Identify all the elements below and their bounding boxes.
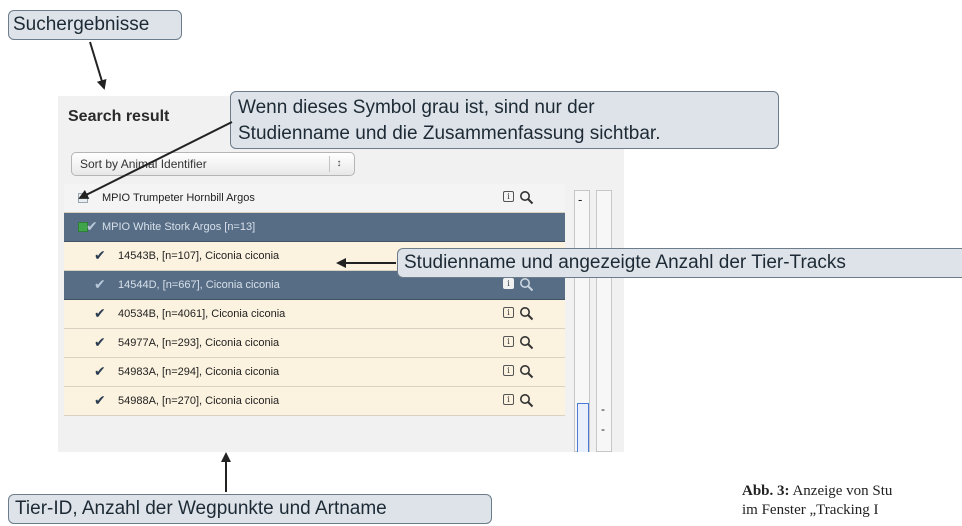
track-row[interactable]: ✔ 40534B, [n=4061], Ciconia ciconia i (64, 300, 565, 329)
minus-icon[interactable]: - (578, 193, 582, 206)
magnifier-icon[interactable] (519, 190, 534, 205)
callout-tier-id: Tier-ID, Anzahl der Wegpunkte und Artnam… (8, 494, 492, 524)
row-label: 54988A, [n=270], Ciconia ciconia (118, 395, 280, 407)
callout-symbol-line-1: Wenn dieses Symbol grau ist, sind nur de… (238, 97, 595, 118)
column-selection[interactable] (577, 403, 589, 452)
callout-search-results: Suchergebnisse (8, 10, 182, 40)
checkmark-icon[interactable]: ✔ (94, 392, 106, 409)
panel-title: Search result (68, 108, 170, 125)
caption-line-1: Anzeige von Stu (792, 483, 893, 499)
minus-icon: - (601, 402, 605, 416)
magnifier-icon[interactable] (519, 335, 534, 350)
checkmark-icon[interactable]: ✔ (94, 363, 106, 380)
figure-caption: Abb. 3: Anzeige von Stu im Fenster „Trac… (742, 482, 892, 520)
checkmark-icon[interactable]: ✔ (94, 247, 106, 264)
result-list: MPIO Trumpeter Hornbill Argos i ✔ MPIO W… (64, 184, 565, 452)
callout-symbol-line-2: Studienname und die Zusammenfassung sich… (238, 123, 661, 144)
row-label: MPIO White Stork Argos [n=13] (102, 221, 256, 233)
row-label: 40534B, [n=4061], Ciconia ciconia (118, 308, 286, 320)
checkmark-icon[interactable]: ✔ (94, 276, 106, 293)
row-label: MPIO Trumpeter Hornbill Argos (102, 192, 255, 204)
callout-symbol-gray: Wenn dieses Symbol grau ist, sind nur de… (230, 91, 779, 149)
minus-icon: - (601, 422, 605, 436)
row-label: 14543B, [n=107], Ciconia ciconia (118, 250, 280, 262)
track-row[interactable]: ✔ 54988A, [n=270], Ciconia ciconia i (64, 387, 565, 416)
study-row-hornbill[interactable]: MPIO Trumpeter Hornbill Argos i (64, 184, 565, 213)
info-icon[interactable]: i (503, 307, 514, 318)
info-icon[interactable]: i (503, 278, 514, 289)
info-icon[interactable]: i (503, 365, 514, 376)
scroll-column[interactable]: - - (596, 190, 612, 452)
checkmark-icon[interactable]: ✔ (94, 305, 106, 322)
study-row-white-stork[interactable]: ✔ MPIO White Stork Argos [n=13] (64, 213, 565, 242)
chevron-updown-icon[interactable]: ↕ (329, 156, 348, 172)
sort-select-value: Sort by Animal Identifier (80, 157, 207, 171)
sort-select[interactable]: Sort by Animal Identifier ↕ (71, 152, 355, 176)
caption-line-2: im Fenster „Tracking I (742, 502, 879, 518)
callout-study-count: Studienname und angezeigte Anzahl der Ti… (397, 248, 962, 278)
checkmark-icon[interactable]: ✔ (94, 334, 106, 351)
track-row[interactable]: ✔ 54977A, [n=293], Ciconia ciconia i (64, 329, 565, 358)
info-icon[interactable]: i (503, 191, 514, 202)
caption-label: Abb. 3: (742, 483, 790, 499)
arrow-to-panel (89, 41, 107, 90)
magnifier-icon[interactable] (519, 277, 534, 292)
row-label: 54983A, [n=294], Ciconia ciconia (118, 366, 280, 378)
row-label: 14544D, [n=667], Ciconia ciconia (118, 279, 280, 291)
info-icon[interactable]: i (503, 336, 514, 347)
magnifier-icon[interactable] (519, 364, 534, 379)
magnifier-icon[interactable] (519, 393, 534, 408)
checkmark-icon[interactable]: ✔ (86, 218, 98, 235)
track-row[interactable]: ✔ 54983A, [n=294], Ciconia ciconia i (64, 358, 565, 387)
info-icon[interactable]: i (503, 394, 514, 405)
visibility-toggle-icon[interactable] (78, 193, 88, 203)
row-label: 54977A, [n=293], Ciconia ciconia (118, 337, 280, 349)
magnifier-icon[interactable] (519, 306, 534, 321)
track-columns: - - - (568, 184, 624, 452)
visibility-column: - (574, 190, 590, 452)
